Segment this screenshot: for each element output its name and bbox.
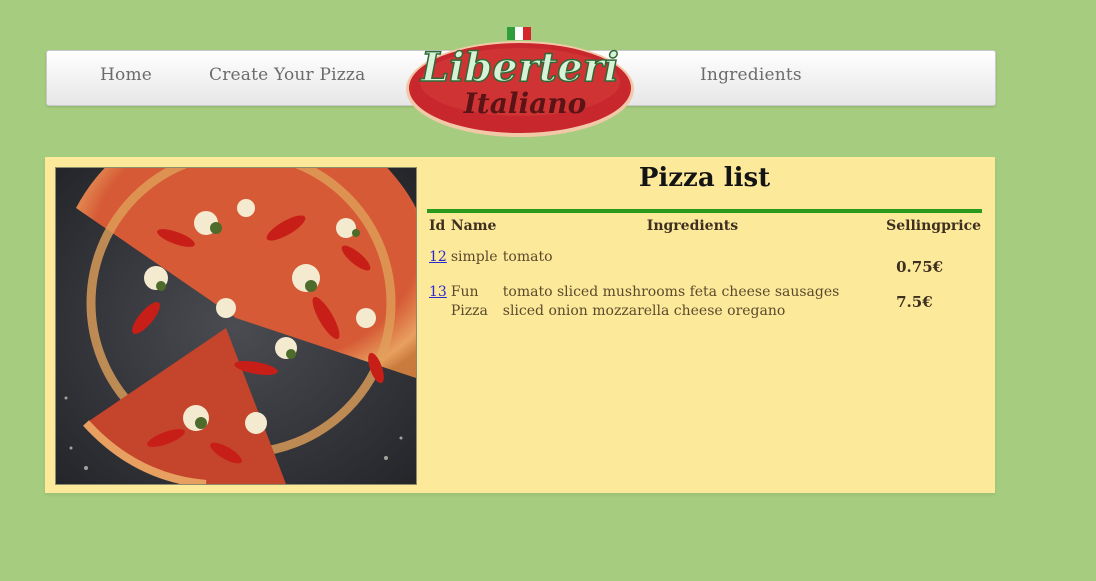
pizza-ingredients: tomato [502, 249, 553, 265]
pizza-ingredients: tomato sliced mushrooms feta cheese saus… [502, 284, 840, 319]
pizza-name: simple [450, 249, 498, 265]
nav-ingredients[interactable]: Ingredients [700, 65, 802, 85]
page-title: Pizza list [638, 163, 771, 193]
pizza-price: 7.5€ [896, 293, 933, 311]
column-header-ingredients: Ingredients [646, 218, 739, 234]
pizza-id-link[interactable]: 13 [429, 284, 447, 300]
table-row: 12 simple tomato 0.75€ [427, 246, 983, 281]
title-divider [427, 209, 982, 213]
pizza-photo [55, 167, 417, 485]
site-logo[interactable]: Liberteri Italiano [405, 17, 635, 139]
column-header-price: Sellingprice [886, 218, 981, 234]
italian-flag-icon [507, 27, 531, 40]
table-row: 13 Fun Pizza tomato sliced mushrooms fet… [427, 281, 983, 325]
column-header-id: Id [429, 218, 446, 234]
logo-line-1: Liberteri [420, 44, 619, 91]
pizza-table: Id Name Ingredients Sellingprice 12 simp… [427, 216, 983, 325]
column-header-name: Name [450, 218, 497, 234]
pizza-price: 0.75€ [896, 258, 944, 276]
pizza-panel: Pizza list Id Name Ingredients Sellingpr… [45, 157, 995, 493]
pizza-name: Fun Pizza [450, 284, 488, 319]
nav-create-your-pizza[interactable]: Create Your Pizza [209, 65, 365, 85]
pizza-id-link[interactable]: 12 [429, 249, 447, 265]
logo-line-2: Italiano [463, 87, 587, 120]
table-header-row: Id Name Ingredients Sellingprice [427, 216, 983, 246]
nav-home[interactable]: Home [100, 65, 152, 85]
